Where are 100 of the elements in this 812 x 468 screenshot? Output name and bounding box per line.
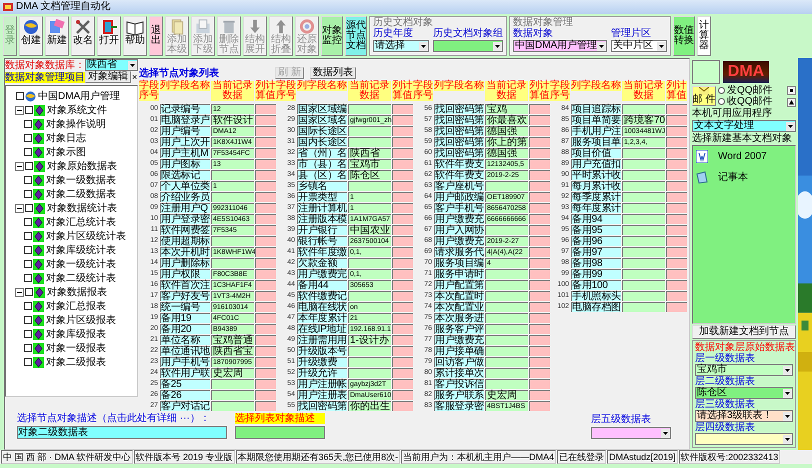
calc-field[interactable] <box>666 202 687 212</box>
checkbox[interactable] <box>25 288 33 296</box>
document-type-item[interactable]: 记事本 <box>718 172 748 183</box>
value-field[interactable] <box>348 346 391 356</box>
value-field[interactable] <box>622 258 665 268</box>
value-field[interactable] <box>622 246 665 256</box>
value-field[interactable] <box>622 236 665 246</box>
checkbox[interactable] <box>24 246 32 254</box>
value-field[interactable]: 你的出生 <box>348 400 391 410</box>
checkbox[interactable] <box>24 134 32 142</box>
calc-field[interactable] <box>529 180 550 190</box>
value-field[interactable] <box>622 180 665 190</box>
calc-field[interactable] <box>255 126 276 136</box>
calc-field[interactable] <box>255 224 276 234</box>
value-field[interactable] <box>485 346 528 356</box>
calc-field[interactable] <box>666 268 687 278</box>
calc-field[interactable] <box>255 114 276 124</box>
calc-field[interactable] <box>255 180 276 190</box>
calc-field[interactable] <box>529 356 550 366</box>
radio-label[interactable]: 发QQ邮件 <box>727 85 773 96</box>
calc-field[interactable] <box>666 236 687 246</box>
calc-field[interactable] <box>392 104 413 114</box>
calc-field[interactable] <box>666 224 687 234</box>
calc-field[interactable] <box>255 136 276 146</box>
calc-field[interactable] <box>255 158 276 168</box>
value-field[interactable] <box>622 268 665 278</box>
calc-field[interactable] <box>255 268 276 278</box>
value-field[interactable]: 宝鸡 <box>485 104 528 114</box>
calc-field[interactable] <box>666 114 687 124</box>
checkbox[interactable] <box>16 92 24 100</box>
calc-field[interactable] <box>255 312 276 322</box>
calc-field[interactable] <box>529 114 550 124</box>
level-dropdown[interactable] <box>591 427 671 439</box>
calc-field[interactable] <box>392 224 413 234</box>
calc-field[interactable] <box>255 390 276 400</box>
value-field[interactable]: 你最喜欢 <box>485 114 528 124</box>
calc-field[interactable] <box>666 258 687 268</box>
calc-field[interactable] <box>529 258 550 268</box>
calc-field[interactable] <box>666 126 687 136</box>
checkbox[interactable] <box>24 344 32 352</box>
toolbar-button[interactable]: 对象监控 <box>321 16 343 56</box>
value-field[interactable]: 软件设计 <box>211 114 254 124</box>
calc-field[interactable] <box>529 202 550 212</box>
value-field[interactable] <box>622 158 665 168</box>
value-field[interactable] <box>211 378 254 388</box>
value-field[interactable] <box>485 290 528 300</box>
calc-field[interactable] <box>666 104 687 114</box>
value-field[interactable] <box>348 136 391 146</box>
calc-field[interactable] <box>666 180 687 190</box>
calc-field[interactable] <box>392 114 413 124</box>
calc-field[interactable] <box>255 170 276 180</box>
value-field[interactable] <box>211 258 254 268</box>
calc-field[interactable] <box>392 258 413 268</box>
value-field[interactable] <box>622 280 665 290</box>
value-field[interactable] <box>485 334 528 344</box>
calc-field[interactable] <box>255 356 276 366</box>
value-field[interactable]: 陕西省 <box>348 148 391 158</box>
calc-field[interactable] <box>529 192 550 202</box>
calc-field[interactable] <box>392 268 413 278</box>
calc-field[interactable] <box>255 378 276 388</box>
calc-field[interactable] <box>666 246 687 256</box>
calc-field[interactable] <box>255 368 276 378</box>
calc-field[interactable] <box>529 236 550 246</box>
tree-item[interactable]: 对象操作说明 <box>46 118 106 130</box>
calc-field[interactable] <box>392 312 413 322</box>
calc-field[interactable] <box>666 158 687 168</box>
value-field[interactable]: 史宏周 <box>211 368 254 378</box>
value-field[interactable]: 宝鸡市 <box>348 158 391 168</box>
checkbox[interactable] <box>24 302 32 310</box>
toolbar-button[interactable]: 数值转换 <box>673 16 696 56</box>
value-field[interactable] <box>622 170 665 180</box>
toolbar-button[interactable]: 新建 <box>45 16 69 56</box>
calc-field[interactable] <box>392 180 413 190</box>
calc-field[interactable] <box>529 280 550 290</box>
calc-field[interactable] <box>392 324 413 334</box>
calc-field[interactable] <box>529 224 550 234</box>
checkbox[interactable] <box>25 162 33 170</box>
calc-field[interactable] <box>529 246 550 256</box>
value-field[interactable]: 陈仓区 <box>348 170 391 180</box>
calc-field[interactable] <box>392 148 413 158</box>
calc-field[interactable] <box>392 236 413 246</box>
value-field[interactable] <box>348 180 391 190</box>
value-field[interactable] <box>622 224 665 234</box>
dropdown[interactable]: 请选择 <box>373 40 429 52</box>
node-description-label[interactable]: 选择节点对象描述（点击此处有详细 ···）： <box>17 413 227 424</box>
tree-item[interactable]: 对象示图 <box>46 146 86 158</box>
calc-field[interactable] <box>392 368 413 378</box>
level-dropdown[interactable]: 陈仓区 <box>695 387 793 399</box>
expand-toggle-icon[interactable] <box>15 288 24 296</box>
expand-toggle-icon[interactable] <box>15 162 24 170</box>
calc-field[interactable] <box>392 170 413 180</box>
tree-item[interactable]: 对象二级报表 <box>46 356 106 368</box>
value-field[interactable] <box>622 192 665 202</box>
calc-field[interactable] <box>529 378 550 388</box>
calc-field[interactable] <box>255 192 276 202</box>
calc-field[interactable] <box>392 126 413 136</box>
apps-dropdown[interactable]: 文本文字处理 <box>692 120 796 132</box>
value-field[interactable] <box>211 192 254 202</box>
calc-field[interactable] <box>255 324 276 334</box>
checkbox[interactable] <box>24 232 32 240</box>
